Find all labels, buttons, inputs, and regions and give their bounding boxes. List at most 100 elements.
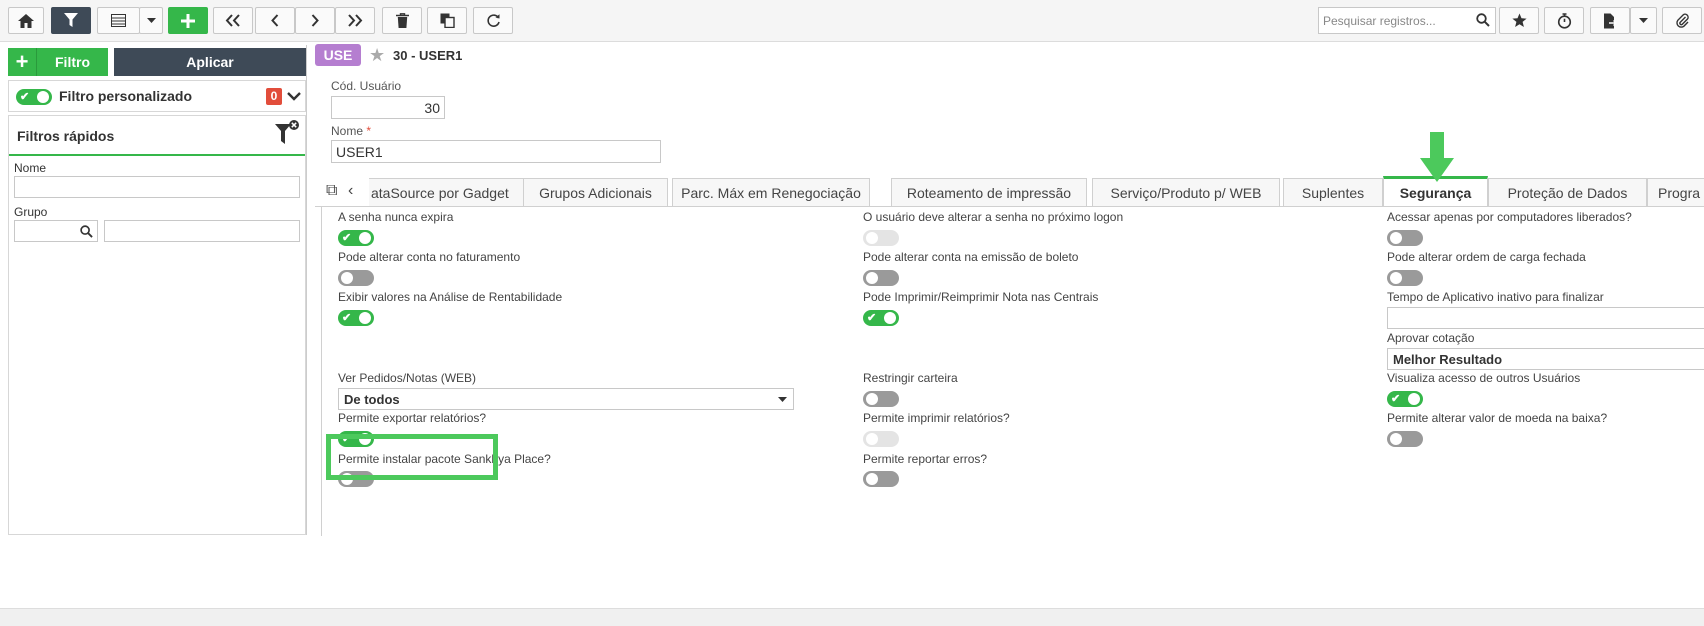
nome-label: Nome * [331,124,372,138]
tab-roteamento-impressao[interactable]: Roteamento de impressão [891,178,1087,206]
caret-down-icon [1639,18,1648,23]
tab-datasource-gadget[interactable]: ataSource por Gadget [369,178,531,206]
alterar-senha-logon-toggle[interactable] [863,230,899,246]
entity-tag: USE [315,44,361,66]
copy-icon [440,13,455,28]
alterar-senha-logon-label: O usuário deve alterar a senha no próxim… [863,210,1124,224]
last-record-button[interactable] [335,7,375,34]
add-filter-label: Filtro [55,54,90,70]
visualiza-acesso-label: Visualiza acesso de outros Usuários [1387,371,1581,385]
export-button[interactable] [1590,7,1630,34]
first-record-button[interactable] [213,7,253,34]
nome-input[interactable]: USER1 [331,140,661,163]
custom-filter-toggle[interactable]: ✔ [16,89,52,105]
check-icon: ✔ [1391,393,1401,405]
next-record-button[interactable] [295,7,335,34]
previous-record-button[interactable] [255,7,295,34]
acessar-computadores-toggle[interactable] [1387,230,1423,246]
permite-alterar-moeda-toggle[interactable] [1387,431,1423,447]
search-input[interactable]: Pesquisar registros... [1318,7,1496,34]
star-icon [1511,13,1527,27]
imprimir-nota-centrais-toggle[interactable]: ✔ [863,310,899,326]
check-icon: ✔ [342,312,352,324]
custom-filter-row: ✔ Filtro personalizado 0 [8,80,306,112]
permite-imprimir-toggle[interactable] [863,431,899,447]
refresh-button[interactable] [473,7,513,34]
grupo-filter-label: Grupo [14,205,48,219]
attachment-button[interactable] [1662,7,1702,34]
ver-pedidos-notas-label: Ver Pedidos/Notas (WEB) [338,371,477,385]
home-button[interactable] [8,7,44,34]
arrow-down-icon [1420,132,1454,182]
stopwatch-icon [1557,12,1571,29]
tab-programas[interactable]: Progra [1647,178,1704,206]
restringir-carteira-label: Restringir carteira [863,371,958,385]
tab-list-icon[interactable]: ⧉ [326,182,337,200]
delete-button[interactable] [382,7,422,34]
trash-icon [395,13,409,28]
chevron-down-icon[interactable] [287,92,301,101]
check-icon: ✔ [342,232,352,244]
caret-down-icon [778,397,787,402]
grupo-name-input[interactable] [104,220,300,242]
alterar-conta-boleto-toggle[interactable] [863,270,899,286]
senha-nunca-expira-toggle[interactable]: ✔ [338,230,374,246]
alterar-conta-boleto-label: Pode alterar conta na emissão de boleto [863,250,1079,264]
permite-reportar-erros-toggle[interactable] [863,471,899,487]
favorite-button[interactable] [1499,7,1539,34]
caret-down-icon [146,18,156,23]
double-chevron-left-icon [225,14,240,27]
tab-servico-produto-web[interactable]: Serviço/Produto p/ WEB [1092,178,1280,206]
alterar-conta-faturamento-toggle[interactable] [338,270,374,286]
search-icon[interactable] [80,225,93,238]
exibir-valores-rentabilidade-toggle[interactable]: ✔ [338,310,374,326]
timer-button[interactable] [1544,7,1584,34]
paperclip-icon [1675,13,1689,28]
cod-usuario-value: 30 [424,100,440,116]
highlight-box [326,434,498,480]
chevron-right-icon [311,14,319,27]
add-button[interactable] [168,7,208,34]
filter-panel: + Filtro Aplicar ✔ Filtro personalizado … [8,45,307,535]
add-filter-button[interactable]: + Filtro [8,48,108,76]
aprovar-cotacao-select[interactable]: Melhor Resultado [1387,348,1704,370]
visualiza-acesso-toggle[interactable]: ✔ [1387,391,1423,407]
nome-filter-input[interactable] [14,176,300,198]
grid-view-button[interactable] [97,7,140,34]
tab-grupos-adicionais[interactable]: Grupos Adicionais [523,178,668,206]
tempo-aplicativo-inativo-input[interactable] [1387,307,1704,329]
tempo-aplicativo-inativo-label: Tempo de Aplicativo inativo para finaliz… [1387,290,1604,304]
tab-protecao-dados[interactable]: Proteção de Dados [1488,178,1647,206]
quick-filters-header: Filtros rápidos [9,116,305,156]
grid-view-dropdown[interactable] [139,7,163,34]
required-marker: * [366,124,372,138]
alterar-conta-faturamento-label: Pode alterar conta no faturamento [338,250,521,264]
apply-filter-button[interactable]: Aplicar [114,48,306,76]
quick-filters-title: Filtros rápidos [17,128,115,144]
permite-exportar-label: Permite exportar relatórios? [338,411,487,425]
nome-value: USER1 [336,144,383,160]
record-form: USE ★ 30 - USER1 Cód. Usuário 30 Nome * … [315,44,1704,536]
refresh-icon [486,14,500,27]
tab-suplentes[interactable]: Suplentes [1283,178,1383,206]
duplicate-button[interactable] [427,7,467,34]
export-dropdown[interactable] [1630,7,1657,34]
acessar-computadores-label: Acessar apenas por computadores liberado… [1387,210,1632,224]
tab-scroll-left-icon[interactable]: ‹ [348,182,353,200]
aprovar-cotacao-value: Melhor Resultado [1393,352,1503,367]
cod-usuario-input[interactable]: 30 [331,96,445,119]
permite-imprimir-label: Permite imprimir relatórios? [863,411,1010,425]
permite-alterar-moeda-label: Permite alterar valor de moeda na baixa? [1387,411,1608,425]
favorite-star-icon[interactable]: ★ [369,44,385,66]
restringir-carteira-toggle[interactable] [863,391,899,407]
custom-filter-label: Filtro personalizado [59,88,193,104]
plus-icon [181,13,195,28]
filter-toggle-button[interactable] [51,7,91,34]
ver-pedidos-notas-select[interactable]: De todos [338,388,794,410]
tab-parc-max-renegociacao[interactable]: Parc. Máx em Renegociação [672,178,870,206]
clear-filter-icon[interactable] [275,120,299,146]
filter-icon [64,13,78,27]
aprovar-cotacao-label: Aprovar cotação [1387,331,1475,345]
grupo-code-input[interactable] [14,220,98,242]
alterar-ordem-carga-toggle[interactable] [1387,270,1423,286]
